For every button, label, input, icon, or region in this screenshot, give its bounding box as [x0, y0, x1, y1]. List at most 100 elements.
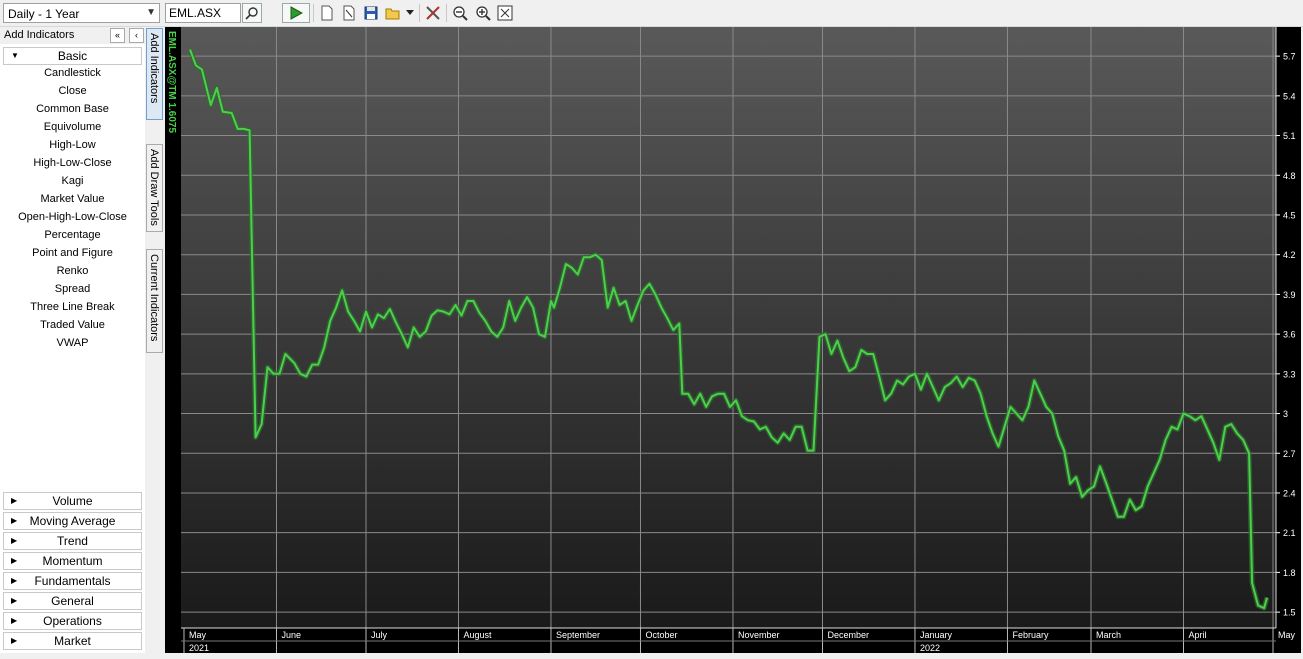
y-tick-label: 2.7 — [1283, 449, 1296, 459]
indicator-item[interactable]: Traded Value — [3, 316, 142, 334]
tools-icon — [426, 6, 440, 20]
y-tick-label: 5.1 — [1283, 131, 1296, 141]
run-button[interactable] — [282, 3, 310, 23]
indicator-item[interactable]: Kagi — [3, 172, 142, 190]
toolbar: Daily - 1 Year ▼ — [0, 0, 1303, 27]
group-volume[interactable]: ▶ Volume — [3, 492, 142, 510]
search-button[interactable] — [242, 3, 262, 23]
month-label: August — [463, 630, 492, 640]
indicator-item[interactable]: Candlestick — [3, 64, 142, 82]
group-label: Operations — [43, 614, 102, 628]
indicator-item[interactable]: High-Low — [3, 136, 142, 154]
group-label: Momentum — [42, 554, 103, 568]
y-tick-label: 4.2 — [1283, 250, 1296, 260]
collapse-all-button[interactable]: « — [110, 28, 125, 43]
indicator-item[interactable]: High-Low-Close — [3, 154, 142, 172]
group-basic[interactable]: ▼ Basic — [3, 47, 142, 65]
dropdown-arrow-icon — [406, 10, 414, 15]
collapse-panel-button[interactable]: ‹ — [129, 28, 144, 43]
open-dropdown-button[interactable] — [404, 3, 416, 23]
edit-button[interactable] — [339, 3, 359, 23]
tab-label: Add Draw Tools — [148, 149, 160, 226]
zoom-out-icon — [453, 6, 468, 21]
y-tick-label: 4.8 — [1283, 171, 1296, 181]
month-label: December — [827, 630, 869, 640]
indicator-item[interactable]: Market Value — [3, 190, 142, 208]
indicator-item[interactable]: Point and Figure — [3, 244, 142, 262]
month-label: May — [1278, 630, 1296, 640]
month-label: July — [371, 630, 388, 640]
vertical-tab-strip: Add Indicators Add Draw Tools Current In… — [145, 27, 164, 653]
month-label: September — [556, 630, 600, 640]
tools-button[interactable] — [423, 3, 443, 23]
zoom-in-button[interactable] — [473, 3, 493, 23]
group-momentum[interactable]: ▶ Momentum — [3, 552, 142, 570]
group-fundamentals[interactable]: ▶ Fundamentals — [3, 572, 142, 590]
zoom-out-button[interactable] — [450, 3, 470, 23]
indicator-item[interactable]: Percentage — [3, 226, 142, 244]
indicator-item[interactable]: Common Base — [3, 100, 142, 118]
tab-label: Current Indicators — [148, 254, 160, 342]
zoom-fit-button[interactable] — [495, 3, 515, 23]
tab-add-indicators[interactable]: Add Indicators — [146, 28, 163, 120]
tab-label: Add Indicators — [148, 33, 160, 104]
y-tick-label: 3.6 — [1283, 330, 1296, 340]
toolbar-separator — [446, 4, 447, 22]
open-folder-icon — [385, 8, 400, 20]
year-label: 2022 — [920, 643, 940, 653]
indicator-panel-header: Add Indicators « ‹ — [0, 27, 145, 44]
y-tick-label: 3.3 — [1283, 369, 1296, 379]
y-tick-label: 4.5 — [1283, 210, 1296, 220]
group-label: General — [51, 594, 94, 608]
period-select-value: Daily - 1 Year — [8, 7, 80, 21]
new-chart-icon — [321, 5, 333, 21]
indicator-item[interactable]: Three Line Break — [3, 298, 142, 316]
indicator-panel: Add Indicators « ‹ ▼ Basic Candlestick Cl… — [0, 27, 146, 653]
indicator-item[interactable]: VWAP — [3, 334, 142, 352]
indicator-item[interactable]: Equivolume — [3, 118, 142, 136]
month-label: January — [920, 630, 953, 640]
toolbar-separator — [419, 4, 420, 22]
plot-background — [181, 27, 1276, 628]
indicator-item[interactable]: Renko — [3, 262, 142, 280]
group-market[interactable]: ▶ Market — [3, 632, 142, 650]
toolbar-separator — [313, 4, 314, 22]
indicator-item[interactable]: Open-High-Low-Close — [3, 208, 142, 226]
y-tick-label: 2.4 — [1283, 488, 1296, 498]
y-tick-label: 3 — [1283, 409, 1288, 419]
series-label: EML.ASX@TM 1.6075 — [166, 31, 177, 133]
chevron-down-icon: ▼ — [146, 7, 156, 18]
group-general[interactable]: ▶ General — [3, 592, 142, 610]
tab-current-indicators[interactable]: Current Indicators — [146, 249, 163, 353]
month-label: February — [1012, 630, 1049, 640]
chart-area[interactable]: 5.7 5.4 5.1 4.8 4.5 4.2 3.9 3.6 3.3 3 2.7 2.4 2.1 1.8… — [165, 27, 1301, 653]
save-button[interactable] — [361, 3, 381, 23]
indicator-item[interactable]: Close — [3, 82, 142, 100]
group-label: Fundamentals — [34, 574, 111, 588]
group-label: Volume — [52, 494, 93, 508]
group-label: Moving Average — [29, 514, 116, 528]
indicator-panel-title: Add Indicators — [4, 29, 75, 41]
group-trend[interactable]: ▶ Trend — [3, 532, 142, 550]
y-tick-label: 3.9 — [1283, 290, 1296, 300]
price-chart[interactable]: 5.7 5.4 5.1 4.8 4.5 4.2 3.9 3.6 3.3 3 2.7 2.4 2.1 1.8… — [165, 27, 1301, 653]
group-label: Trend — [57, 534, 88, 548]
search-icon — [245, 7, 258, 20]
y-tick-label: 5.4 — [1283, 91, 1296, 101]
period-select[interactable]: Daily - 1 Year ▼ — [3, 3, 160, 23]
edit-icon — [343, 5, 355, 21]
group-operations[interactable]: ▶ Operations — [3, 612, 142, 630]
zoom-in-icon — [476, 6, 491, 21]
symbol-input[interactable] — [165, 3, 241, 23]
month-label: March — [1096, 630, 1121, 640]
year-label: 2021 — [189, 643, 209, 653]
month-label: April — [1189, 630, 1207, 640]
open-button[interactable] — [383, 3, 403, 23]
group-moving-average[interactable]: ▶ Moving Average — [3, 512, 142, 530]
y-tick-label: 2.1 — [1283, 528, 1296, 538]
tab-add-draw-tools[interactable]: Add Draw Tools — [146, 144, 163, 232]
indicator-item[interactable]: Spread — [3, 280, 142, 298]
save-icon — [364, 6, 378, 20]
play-icon — [290, 6, 303, 20]
new-chart-button[interactable] — [317, 3, 337, 23]
